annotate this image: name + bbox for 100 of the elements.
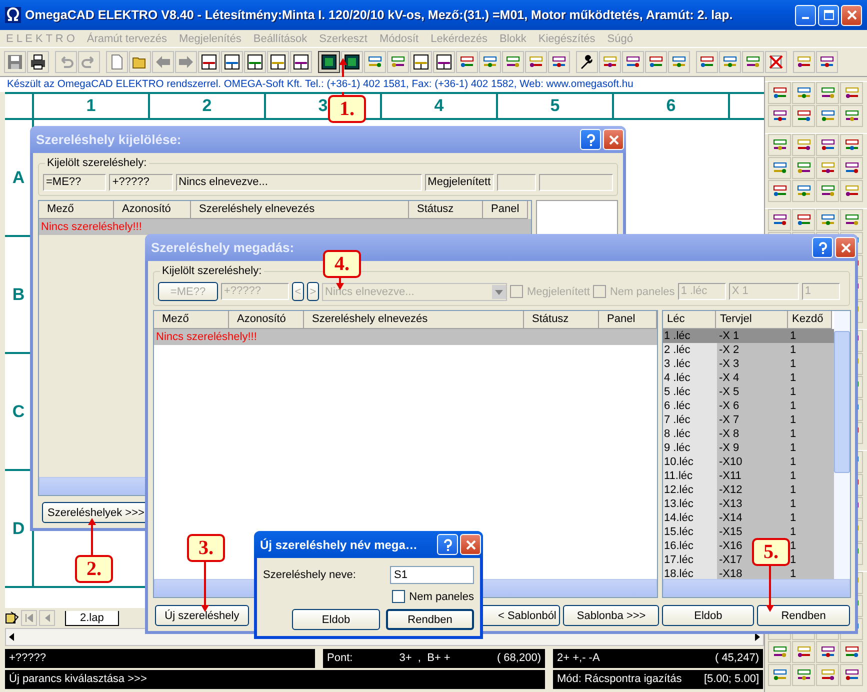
palette-button[interactable] — [816, 664, 840, 686]
name-input[interactable]: S1 — [390, 566, 474, 584]
palette-button[interactable] — [792, 134, 816, 156]
help-button[interactable] — [437, 534, 458, 555]
symbol-icon — [772, 137, 788, 153]
cross-icon — [768, 54, 784, 70]
toolbar-button[interactable] — [364, 51, 386, 73]
palette-button[interactable] — [816, 180, 840, 202]
scroll-left-icon — [9, 633, 14, 641]
toolbar-button[interactable] — [502, 51, 524, 73]
toolbar-button[interactable] — [410, 51, 432, 73]
step-number-badge: 4. — [323, 250, 361, 278]
palette-button[interactable] — [792, 157, 816, 179]
toolbar-button[interactable] — [719, 51, 741, 73]
symbol-icon — [551, 54, 567, 70]
table-cell: -X 1 — [717, 329, 789, 343]
step-number-badge: 5. — [752, 538, 790, 566]
table-cell: 8 .léc — [663, 427, 717, 441]
toolbar-button[interactable] — [645, 51, 667, 73]
toolbar-button[interactable] — [479, 51, 501, 73]
close-button[interactable] — [841, 4, 862, 26]
palette-button[interactable] — [768, 82, 792, 104]
toolbar-button[interactable] — [387, 51, 409, 73]
palette-button[interactable] — [792, 180, 816, 202]
palette-button[interactable] — [840, 180, 864, 202]
symbol-icon — [772, 212, 788, 228]
symbol-icon — [796, 54, 812, 70]
toolbar-button[interactable] — [341, 51, 363, 73]
minimize-button[interactable] — [795, 4, 816, 26]
column-header[interactable]: Azonosító — [114, 201, 191, 219]
palette-button[interactable] — [816, 641, 840, 663]
ok-button[interactable]: Rendben — [386, 609, 474, 630]
checkbox[interactable] — [392, 590, 406, 603]
table-cell: 1 .léc — [663, 329, 717, 343]
vertical-scrollbar[interactable] — [834, 311, 850, 579]
symbol-icon — [820, 108, 836, 124]
palette-button[interactable] — [840, 641, 864, 663]
palette-button[interactable] — [768, 209, 792, 231]
toolbar-button[interactable] — [793, 51, 815, 73]
palette-button[interactable] — [768, 180, 792, 202]
toolbar-button[interactable] — [221, 51, 243, 73]
palette-button[interactable] — [816, 134, 840, 156]
toolbar-button[interactable] — [816, 51, 838, 73]
palette-button[interactable] — [840, 209, 864, 231]
column-header[interactable]: Státusz — [409, 201, 483, 219]
toolbar-button[interactable] — [198, 51, 220, 73]
help-icon — [586, 134, 596, 146]
column-header[interactable]: Panel — [483, 201, 528, 219]
palette-button[interactable] — [840, 105, 864, 127]
toolbar-button[interactable] — [525, 51, 547, 73]
palette-button[interactable] — [840, 134, 864, 156]
toolbar-button[interactable] — [27, 51, 49, 73]
toolbar-button[interactable] — [599, 51, 621, 73]
sheet-tab[interactable]: 2.lap — [65, 610, 119, 626]
toolbar-button[interactable] — [696, 51, 718, 73]
palette-button[interactable] — [768, 105, 792, 127]
palette-button[interactable] — [792, 641, 816, 663]
maximize-button[interactable] — [818, 4, 839, 26]
palette-button[interactable] — [792, 82, 816, 104]
toolbar-button[interactable] — [622, 51, 644, 73]
table-cell: 1 — [789, 441, 834, 455]
palette-button[interactable] — [792, 209, 816, 231]
checkbox-label: Megjelenített — [527, 286, 590, 298]
column-header[interactable]: Mező — [39, 201, 114, 219]
toolbar-button[interactable] — [267, 51, 289, 73]
symbol-icon — [844, 644, 860, 660]
toolbar-button[interactable] — [318, 51, 340, 73]
toolbar-button[interactable] — [668, 51, 690, 73]
close-button[interactable] — [460, 534, 481, 555]
palette-button[interactable] — [792, 664, 816, 686]
toolbar-button[interactable] — [290, 51, 312, 73]
toolbar-button[interactable] — [548, 51, 570, 73]
palette-button[interactable] — [816, 209, 840, 231]
table-cell: -X 6 — [717, 399, 789, 413]
palette-button[interactable] — [768, 641, 792, 663]
palette-button[interactable] — [840, 82, 864, 104]
symbol-icon — [844, 667, 860, 683]
toolbar-button[interactable] — [244, 51, 266, 73]
symbol-icon — [796, 137, 812, 153]
toolbar-button[interactable] — [433, 51, 455, 73]
symbol-icon — [671, 54, 687, 70]
toolbar-button[interactable] — [456, 51, 478, 73]
palette-button[interactable] — [816, 82, 840, 104]
palette-button[interactable] — [840, 157, 864, 179]
palette-button[interactable] — [816, 157, 840, 179]
field-label: Szereléshely neve: — [263, 569, 356, 581]
palette-button[interactable] — [768, 134, 792, 156]
symbol-icon — [820, 137, 836, 153]
palette-button[interactable] — [816, 105, 840, 127]
column-header[interactable]: Szereléshely elnevezés — [191, 201, 409, 219]
palette-button[interactable] — [768, 664, 792, 686]
palette-button[interactable] — [768, 157, 792, 179]
palette-button[interactable] — [840, 664, 864, 686]
table-cell: -X 9 — [717, 441, 789, 455]
table-cell: 9 .léc — [663, 441, 717, 455]
horizontal-scrollbar[interactable] — [663, 579, 850, 597]
toolbar-button[interactable] — [742, 51, 764, 73]
toolbar-button[interactable] — [576, 51, 598, 73]
cancel-button[interactable]: Eldob — [292, 609, 380, 630]
palette-button[interactable] — [792, 105, 816, 127]
